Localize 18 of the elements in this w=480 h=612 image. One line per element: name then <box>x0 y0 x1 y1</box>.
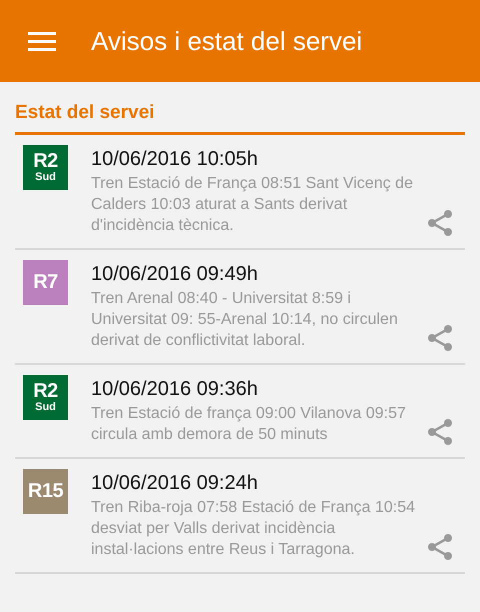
notice-datetime: 10/06/2016 09:36h <box>91 376 259 402</box>
notice-text: Tren Estació de frança 09:00 Vilanova 09:57 circula amb demora de 50 minuts <box>91 404 407 444</box>
line-badge: R7 <box>23 260 68 304</box>
line-badge: R2 Sud <box>23 144 68 190</box>
notice-text: Tren Estació de França 08:51 Sant Vicenç de Calders 10:03 aturat a Sants derivat d'incidència tècnica. <box>91 174 414 236</box>
share-icon[interactable] <box>427 210 453 236</box>
app-title: Avisos i estat del servei <box>91 24 362 58</box>
notice-datetime: 10/06/2016 09:24h <box>91 470 259 496</box>
share-icon[interactable] <box>427 418 453 444</box>
notice-text: Tren Arenal 08:40 - Universitat 8:59 i Universitat 09: 55-Arenal 10:14, no circulen derivat de conflictivitat laboral. <box>91 288 399 350</box>
notice-text: Tren Riba-roja 07:58 Estació de França 10:54 desviat per Valls derivat incidència instal·lacions entre Reus i Tarragona. <box>91 498 416 560</box>
share-icon[interactable] <box>427 534 453 560</box>
notice-datetime: 10/06/2016 10:05h <box>91 146 259 172</box>
share-icon[interactable] <box>427 324 453 350</box>
section-title: Estat del servei <box>15 102 154 123</box>
line-badge: R2 Sud <box>23 374 68 420</box>
notice-datetime: 10/06/2016 09:49h <box>91 262 259 286</box>
line-badge: R15 <box>23 468 68 514</box>
